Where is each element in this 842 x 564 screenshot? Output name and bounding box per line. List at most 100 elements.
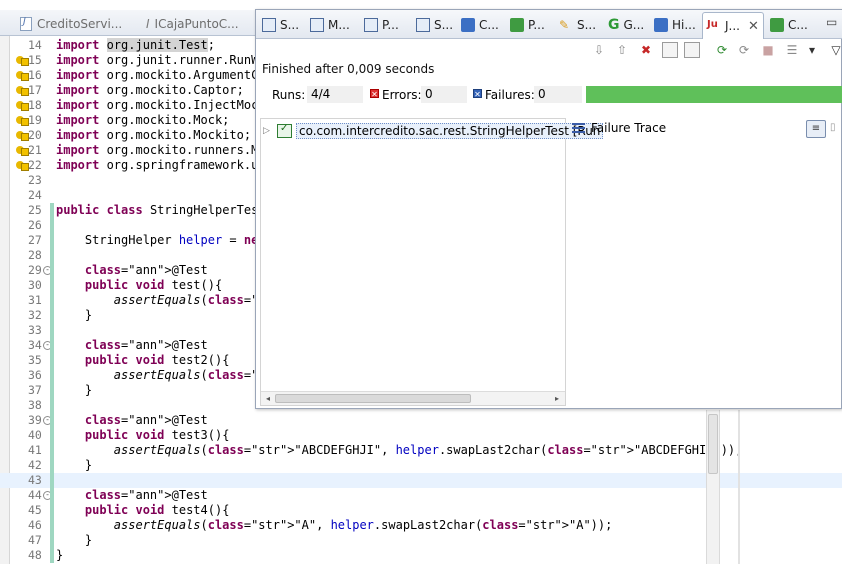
code-text[interactable]: } — [56, 308, 92, 322]
warning-icon[interactable] — [16, 85, 29, 96]
line-number: 21 — [28, 143, 42, 157]
failure-trace-label: Failure Trace — [591, 121, 667, 135]
warning-icon[interactable] — [16, 130, 29, 141]
code-text[interactable]: class="ann">@Test — [56, 413, 208, 427]
code-text[interactable]: class="ann">@Test — [56, 338, 208, 352]
code-text[interactable]: public class StringHelperTest — [56, 203, 266, 217]
tab-properties[interactable]: P... — [364, 13, 399, 37]
editor-tab-label: ICajaPuntoC... — [154, 17, 239, 31]
code-text[interactable]: class="ann">@Test — [56, 263, 208, 277]
compare-results-button[interactable]: ≡ — [806, 120, 826, 138]
tab-console[interactable]: C... — [461, 13, 499, 37]
tab-markers[interactable]: M... — [310, 13, 350, 37]
code-text[interactable]: import org.junit.runner.RunWi — [56, 53, 266, 67]
java-file-icon — [20, 16, 32, 31]
code-text[interactable]: import org.mockito.Captor; — [56, 83, 244, 97]
tab-history[interactable]: Hi... — [654, 13, 696, 37]
code-text[interactable]: public void test4(){ — [56, 503, 230, 517]
tab-label: S... — [280, 18, 300, 32]
code-text[interactable]: assertEquals(class="str">"A", helper.swa… — [56, 518, 613, 532]
code-text[interactable]: class="ann">@Test — [56, 488, 208, 502]
code-text[interactable]: import org.mockito.ArgumentCa — [56, 68, 266, 82]
tab-call-hierarchy[interactable]: C... — [770, 13, 808, 37]
code-text[interactable]: import org.springframework.ut — [56, 158, 266, 172]
code-text[interactable]: import org.mockito.Mockito; — [56, 128, 251, 142]
warning-icon[interactable] — [16, 70, 29, 81]
junit-toolbar: ⇩ ⇧ ✖ ⟳ ⟳ ■ ☰ ▾ ▽ — [256, 40, 842, 62]
line-number: 41 — [28, 443, 42, 457]
failure-trace-header: Failure Trace — [572, 118, 666, 138]
close-icon[interactable]: ✕ — [748, 19, 759, 34]
search-icon: ✎ — [559, 18, 570, 32]
test-counters: Runs: 4/4 ✕ Errors: 0 ✕ Failures: 0 — [256, 85, 842, 105]
line-number: 30 — [28, 278, 42, 292]
warning-icon[interactable] — [16, 100, 29, 111]
progress-icon — [510, 18, 524, 32]
code-text[interactable]: } — [56, 458, 92, 472]
warning-icon[interactable] — [16, 160, 29, 171]
test-progress-bar — [586, 86, 842, 103]
error-icon: ✕ — [370, 89, 379, 99]
restore-icon[interactable]: ▭ — [826, 15, 837, 29]
tab-search[interactable]: ✎ S... — [559, 13, 596, 37]
tree-item-test-class[interactable]: ▷ co.com.intercredito.sac.rest.StringHel… — [263, 123, 604, 139]
tab-label: P... — [382, 18, 399, 32]
tab-gradle[interactable]: G G... — [608, 13, 644, 37]
test-suite-passed-icon — [277, 123, 292, 138]
code-text[interactable]: public void test3(){ — [56, 428, 230, 442]
code-text[interactable]: } — [56, 548, 63, 562]
tree-horizontal-scrollbar[interactable]: ◂ ▸ — [261, 391, 565, 405]
tab-junit[interactable]: Ju J... ✕ — [702, 12, 764, 39]
tab-snippets[interactable]: S... — [416, 13, 453, 37]
history-dropdown-icon[interactable]: ▾ — [804, 42, 820, 58]
warning-icon[interactable] — [16, 145, 29, 156]
line-number: 15 — [28, 53, 42, 67]
stack-trace-icon — [572, 123, 585, 133]
code-text[interactable]: import org.mockito.runners.Mo — [56, 143, 266, 157]
code-text[interactable]: public void test(){ — [56, 278, 222, 292]
next-failure-icon[interactable]: ⇩ — [591, 42, 607, 58]
editor-scrollbar-thumb[interactable] — [708, 414, 718, 474]
editor-tab-creditoservice[interactable]: CreditoServi... — [12, 12, 122, 36]
previous-failure-icon[interactable]: ⇧ — [614, 42, 630, 58]
code-text[interactable]: assertEquals(class="str">"ABCDEFGHJI", h… — [56, 443, 743, 457]
errors-value: 0 — [421, 86, 467, 103]
rerun-failed-first-icon[interactable] — [684, 42, 700, 58]
code-text[interactable]: } — [56, 533, 92, 547]
show-failures-only-icon[interactable]: ✖ — [638, 42, 654, 58]
rerun-failures-first-icon[interactable]: ⟳ — [736, 42, 752, 58]
tab-label: Hi... — [672, 18, 696, 32]
view-menu-icon[interactable]: ▽ — [828, 42, 842, 58]
tab-progress[interactable]: P... — [510, 13, 545, 37]
tab-servers[interactable]: S... — [262, 13, 299, 37]
scroll-right-icon[interactable]: ▸ — [551, 392, 563, 405]
code-text[interactable]: } — [56, 383, 92, 397]
tab-label: C... — [479, 18, 499, 32]
errors-label: Errors: — [382, 88, 422, 102]
expand-arrow-icon[interactable]: ▷ — [263, 126, 273, 136]
scroll-lock-icon[interactable] — [662, 42, 678, 58]
code-text[interactable]: StringHelper helper = new — [56, 233, 266, 247]
line-number: 47 — [28, 533, 42, 547]
line-number: 40 — [28, 428, 42, 442]
warning-icon[interactable] — [16, 115, 29, 126]
editor-tab-icajapunto[interactable]: I ICajaPuntoC... — [138, 12, 239, 36]
rerun-test-icon[interactable]: ⟳ — [714, 42, 730, 58]
code-text[interactable]: public void test2(){ — [56, 353, 230, 367]
warning-icon[interactable] — [16, 55, 29, 66]
line-number: 45 — [28, 503, 42, 517]
tab-label: M... — [328, 18, 350, 32]
tree-item-label[interactable]: co.com.intercredito.sac.rest.StringHelpe… — [296, 123, 604, 139]
tab-label: J... — [725, 19, 740, 33]
line-number: 37 — [28, 383, 42, 397]
tree-scrollbar-thumb[interactable] — [275, 394, 471, 403]
code-text[interactable]: import org.mockito.InjectMock — [56, 98, 266, 112]
test-run-history-icon[interactable]: ☰ — [784, 42, 800, 58]
filter-stack-icon[interactable]: ▯ — [830, 122, 842, 136]
code-text[interactable]: import org.mockito.Mock; — [56, 113, 229, 127]
scroll-left-icon[interactable]: ◂ — [262, 392, 274, 405]
stop-icon[interactable]: ■ — [760, 42, 776, 58]
code-text[interactable]: import org.junit.Test; — [56, 38, 215, 52]
test-tree[interactable]: ▷ co.com.intercredito.sac.rest.StringHel… — [260, 118, 604, 406]
line-number: 28 — [28, 248, 42, 262]
